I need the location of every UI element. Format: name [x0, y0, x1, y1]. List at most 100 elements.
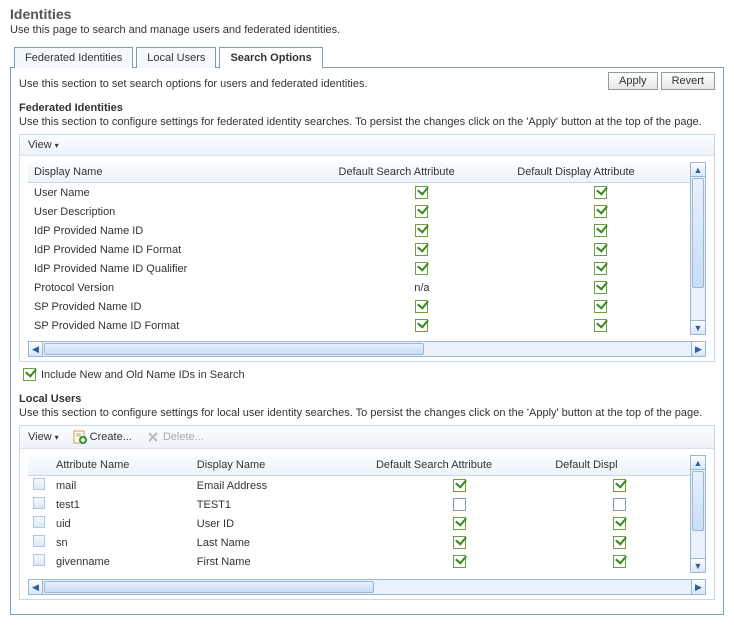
scroll-up-icon[interactable]: ▲	[691, 456, 705, 470]
display-checkbox[interactable]	[594, 224, 607, 237]
scroll-thumb[interactable]	[44, 581, 374, 593]
local-horizontal-scrollbar[interactable]: ◀ ▶	[28, 579, 706, 595]
search-checkbox[interactable]	[415, 243, 428, 256]
include-checkbox[interactable]	[23, 368, 36, 381]
cell-default-search: n/a	[333, 278, 512, 297]
search-checkbox[interactable]	[453, 555, 466, 568]
col-attr-name[interactable]: Attribute Name	[50, 455, 191, 476]
display-checkbox[interactable]	[613, 479, 626, 492]
table-row: User Description	[28, 202, 690, 221]
search-checkbox[interactable]	[453, 479, 466, 492]
scroll-left-icon[interactable]: ◀	[29, 342, 43, 356]
search-checkbox[interactable]	[415, 186, 428, 199]
revert-button[interactable]: Revert	[661, 72, 715, 90]
display-checkbox[interactable]	[594, 186, 607, 199]
display-checkbox[interactable]	[594, 243, 607, 256]
search-checkbox[interactable]	[415, 224, 428, 237]
cell-default-display	[549, 495, 690, 514]
cell-display-name: First Name	[191, 552, 370, 571]
drag-handle-icon[interactable]	[33, 497, 45, 509]
search-checkbox[interactable]	[415, 262, 428, 275]
cell-attr-name: sn	[50, 533, 191, 552]
display-checkbox[interactable]	[613, 555, 626, 568]
create-button[interactable]: Create...	[73, 430, 132, 444]
tab-search-options[interactable]: Search Options	[219, 47, 322, 69]
chevron-down-icon: ▾	[55, 141, 59, 150]
col-default-display[interactable]: Default Displ	[549, 455, 690, 476]
cell-default-search	[333, 221, 512, 240]
cell-default-display	[511, 221, 690, 240]
cell-default-search	[333, 240, 512, 259]
cell-display-name: SP Provided Name ID Format	[28, 316, 333, 335]
tab-local-users[interactable]: Local Users	[136, 47, 216, 68]
search-checkbox[interactable]	[453, 498, 466, 511]
display-checkbox[interactable]	[594, 281, 607, 294]
search-checkbox[interactable]	[415, 319, 428, 332]
display-checkbox[interactable]	[613, 536, 626, 549]
scroll-thumb[interactable]	[44, 343, 424, 355]
federated-section-box: View ▾ Display Name Default Search Attri…	[19, 134, 715, 362]
row-handle[interactable]	[28, 476, 50, 496]
cell-default-display	[511, 202, 690, 221]
display-checkbox[interactable]	[594, 300, 607, 313]
tab-body: Apply Revert Use this section to set sea…	[10, 68, 724, 615]
scroll-down-icon[interactable]: ▼	[691, 558, 705, 572]
cell-attr-name: uid	[50, 514, 191, 533]
col-default-search[interactable]: Default Search Attribute	[370, 455, 549, 476]
col-default-display[interactable]: Default Display Attribute	[511, 162, 690, 183]
cell-display-name: IdP Provided Name ID Format	[28, 240, 333, 259]
apply-button[interactable]: Apply	[608, 72, 658, 90]
scroll-thumb[interactable]	[692, 178, 704, 288]
federated-horizontal-scrollbar[interactable]: ◀ ▶	[28, 341, 706, 357]
local-view-menu[interactable]: View ▾	[28, 431, 59, 443]
federated-view-menu[interactable]: View ▾	[28, 139, 59, 151]
display-checkbox[interactable]	[613, 498, 626, 511]
drag-handle-icon[interactable]	[33, 535, 45, 547]
cell-default-search	[370, 552, 549, 571]
drag-handle-icon[interactable]	[33, 478, 45, 490]
col-default-search[interactable]: Default Search Attribute	[333, 162, 512, 183]
search-checkbox[interactable]	[453, 536, 466, 549]
row-handle[interactable]	[28, 495, 50, 514]
cell-default-display	[549, 552, 690, 571]
delete-button: Delete...	[146, 430, 204, 444]
scroll-up-icon[interactable]: ▲	[691, 163, 705, 177]
scroll-down-icon[interactable]: ▼	[691, 320, 705, 334]
cell-default-search	[333, 297, 512, 316]
cell-default-search	[370, 476, 549, 496]
cell-default-display	[511, 297, 690, 316]
cell-display-name: SP Provided Name ID	[28, 297, 333, 316]
search-checkbox[interactable]	[453, 517, 466, 530]
scroll-right-icon[interactable]: ▶	[691, 342, 705, 356]
scroll-right-icon[interactable]: ▶	[691, 580, 705, 594]
search-checkbox[interactable]	[415, 205, 428, 218]
row-handle[interactable]	[28, 514, 50, 533]
local-vertical-scrollbar[interactable]: ▲ ▼	[690, 455, 706, 573]
drag-handle-icon[interactable]	[33, 554, 45, 566]
row-handle[interactable]	[28, 533, 50, 552]
federated-view-label: View	[28, 139, 52, 151]
row-handle[interactable]	[28, 552, 50, 571]
display-checkbox[interactable]	[594, 319, 607, 332]
tab-federated-identities[interactable]: Federated Identities	[14, 47, 133, 68]
display-checkbox[interactable]	[613, 517, 626, 530]
cell-display-name: Last Name	[191, 533, 370, 552]
cell-display-name: User ID	[191, 514, 370, 533]
drag-handle-icon[interactable]	[33, 516, 45, 528]
scroll-thumb[interactable]	[692, 471, 704, 531]
federated-grid-wrap: Display Name Default Search Attribute De…	[28, 162, 706, 335]
search-checkbox[interactable]	[415, 300, 428, 313]
local-section-box: View ▾ Create...	[19, 425, 715, 600]
federated-vertical-scrollbar[interactable]: ▲ ▼	[690, 162, 706, 335]
col-display-name[interactable]: Display Name	[28, 162, 333, 183]
federated-section-title: Federated Identities	[19, 102, 715, 114]
include-checkbox-row[interactable]: Include New and Old Name IDs in Search	[23, 368, 715, 381]
cell-attr-name: test1	[50, 495, 191, 514]
scroll-left-icon[interactable]: ◀	[29, 580, 43, 594]
col-display-name[interactable]: Display Name	[191, 455, 370, 476]
display-checkbox[interactable]	[594, 205, 607, 218]
display-checkbox[interactable]	[594, 262, 607, 275]
cell-default-search	[333, 316, 512, 335]
table-row: SP Provided Name ID Format	[28, 316, 690, 335]
cell-default-display	[549, 476, 690, 496]
